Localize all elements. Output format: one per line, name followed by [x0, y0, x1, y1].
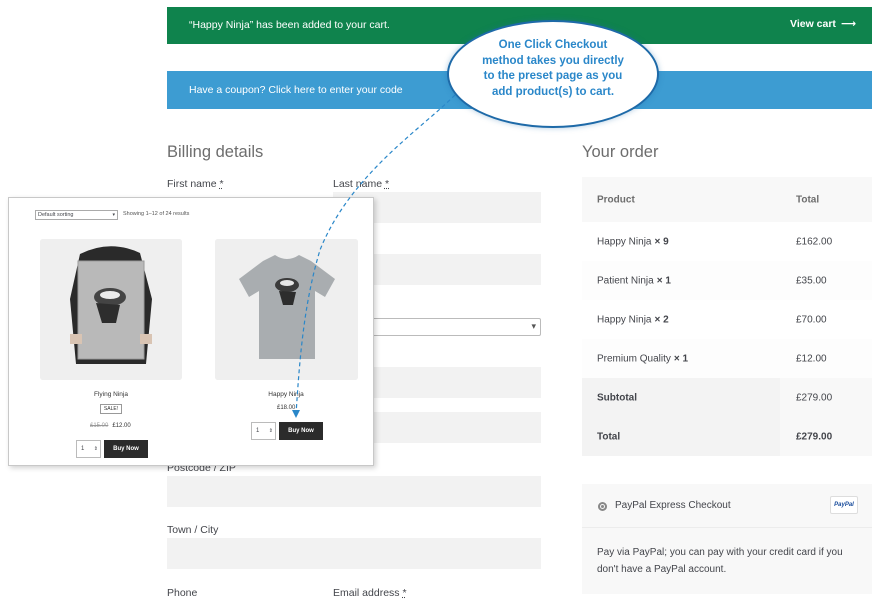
- postcode-field[interactable]: [167, 476, 541, 507]
- poster-image: [40, 239, 182, 380]
- required-mark: *: [402, 587, 407, 599]
- product-name[interactable]: Flying Ninja: [40, 391, 182, 398]
- order-item: Happy Ninja × 2 £70.00: [582, 300, 872, 339]
- first-name-label: First name *: [167, 178, 224, 190]
- last-name-label-text: Last name: [333, 178, 383, 190]
- order-item: Patient Ninja × 1 £35.00: [582, 261, 872, 300]
- sorting-value: Default sorting: [38, 212, 74, 218]
- view-cart-label: View cart: [790, 18, 836, 30]
- required-mark: *: [219, 178, 224, 190]
- country-select[interactable]: ▾: [362, 318, 541, 336]
- order-item: Happy Ninja × 9 £162.00: [582, 222, 872, 261]
- old-price: £15.00: [90, 423, 109, 429]
- col-total: Total: [796, 194, 820, 205]
- item-total: £70.00: [796, 314, 827, 325]
- total-value: £279.00: [796, 431, 833, 442]
- billing-heading: Billing details: [167, 143, 264, 161]
- product-price: £15.00 £12.00: [90, 423, 131, 429]
- spinner-icon: ⇕: [93, 446, 98, 452]
- item-name: Happy Ninja: [597, 314, 652, 325]
- total-row: Total £279.00: [582, 417, 872, 456]
- added-to-cart-message: “Happy Ninja” has been added to your car…: [189, 19, 390, 31]
- paypal-radio[interactable]: [598, 502, 607, 511]
- product-image[interactable]: [215, 239, 358, 380]
- company-field[interactable]: [374, 254, 541, 285]
- sale-price: £12.00: [112, 423, 131, 429]
- product-image[interactable]: [40, 239, 182, 380]
- item-total: £35.00: [796, 275, 827, 286]
- callout-line: method takes you directly: [482, 54, 624, 67]
- sale-badge: SALE!: [100, 404, 122, 414]
- tshirt-image: [215, 239, 358, 380]
- item-name: Premium Quality: [597, 353, 671, 364]
- item-qty: × 2: [654, 314, 669, 325]
- result-count: Showing 1–12 of 24 results: [123, 211, 190, 217]
- callout-line: One Click Checkout: [498, 39, 608, 51]
- town-label: Town / City: [167, 524, 219, 536]
- subtotal-row: Subtotal £279.00: [582, 378, 872, 417]
- item-name: Patient Ninja: [597, 275, 654, 286]
- payment-description: Pay via PayPal; you can pay with your cr…: [597, 547, 843, 575]
- town-field[interactable]: [167, 538, 541, 569]
- coupon-link[interactable]: Have a coupon? Click here to enter your …: [189, 84, 403, 96]
- chevron-down-icon: ▾: [112, 212, 115, 218]
- subtotal-label: Subtotal: [597, 392, 637, 403]
- order-table-header: Product Total: [582, 177, 872, 222]
- buy-now-button[interactable]: Buy Now: [104, 440, 148, 458]
- order-heading: Your order: [582, 143, 659, 161]
- total-label: Total: [597, 431, 621, 442]
- item-total: £12.00: [796, 353, 827, 364]
- callout-line: add product(s) to cart.: [491, 85, 615, 98]
- quantity-stepper[interactable]: 1 ⇕: [76, 440, 101, 458]
- sorting-select[interactable]: Default sorting ▾: [35, 210, 118, 220]
- quantity-value: 1: [256, 428, 260, 434]
- arrow-right-icon: ⟶: [840, 18, 856, 30]
- buy-now-button[interactable]: Buy Now: [279, 422, 323, 440]
- item-total: £162.00: [796, 236, 833, 247]
- payment-divider: [582, 527, 872, 528]
- subtotal-value: £279.00: [796, 392, 833, 403]
- first-name-label-text: First name: [167, 178, 217, 190]
- product-price: £18.00: [277, 405, 296, 411]
- callout-bubble: One Click Checkout method takes you dire…: [447, 20, 659, 128]
- item-qty: × 1: [673, 353, 689, 364]
- order-table: Product Total Happy Ninja × 9 £162.00 Pat…: [582, 177, 872, 456]
- item-qty: × 9: [654, 236, 669, 247]
- email-label: Email address *: [333, 587, 407, 599]
- street-address-field[interactable]: [374, 367, 541, 398]
- col-product: Product: [597, 194, 635, 205]
- item-name: Happy Ninja: [597, 236, 652, 247]
- payment-methods: PayPal Express Checkout PayPal Pay via P…: [582, 484, 872, 594]
- shop-preview: Default sorting ▾ Showing 1–12 of 24 resu…: [8, 197, 374, 466]
- chevron-down-icon: ▾: [531, 321, 536, 331]
- required-mark: *: [384, 178, 390, 190]
- spinner-icon: ⇕: [268, 428, 273, 434]
- quantity-value: 1: [81, 446, 85, 452]
- order-item: Premium Quality × 1 £12.00: [582, 339, 872, 378]
- callout-line: to the preset page as you: [483, 70, 623, 82]
- quantity-stepper[interactable]: 1 ⇕: [251, 422, 276, 440]
- street-address-2-field[interactable]: [374, 412, 541, 443]
- payment-method-label[interactable]: PayPal Express Checkout: [615, 500, 731, 511]
- paypal-logo: PayPal: [830, 496, 858, 514]
- phone-label: Phone: [167, 587, 198, 599]
- product-name[interactable]: Happy Ninja: [215, 391, 357, 398]
- view-cart-link[interactable]: View cart ⟶: [790, 18, 856, 30]
- callout-text: One Click Checkout method takes you dire…: [449, 38, 657, 100]
- last-name-label: Last name *: [333, 178, 389, 190]
- email-label-text: Email address: [333, 587, 400, 599]
- item-qty: × 1: [656, 275, 671, 286]
